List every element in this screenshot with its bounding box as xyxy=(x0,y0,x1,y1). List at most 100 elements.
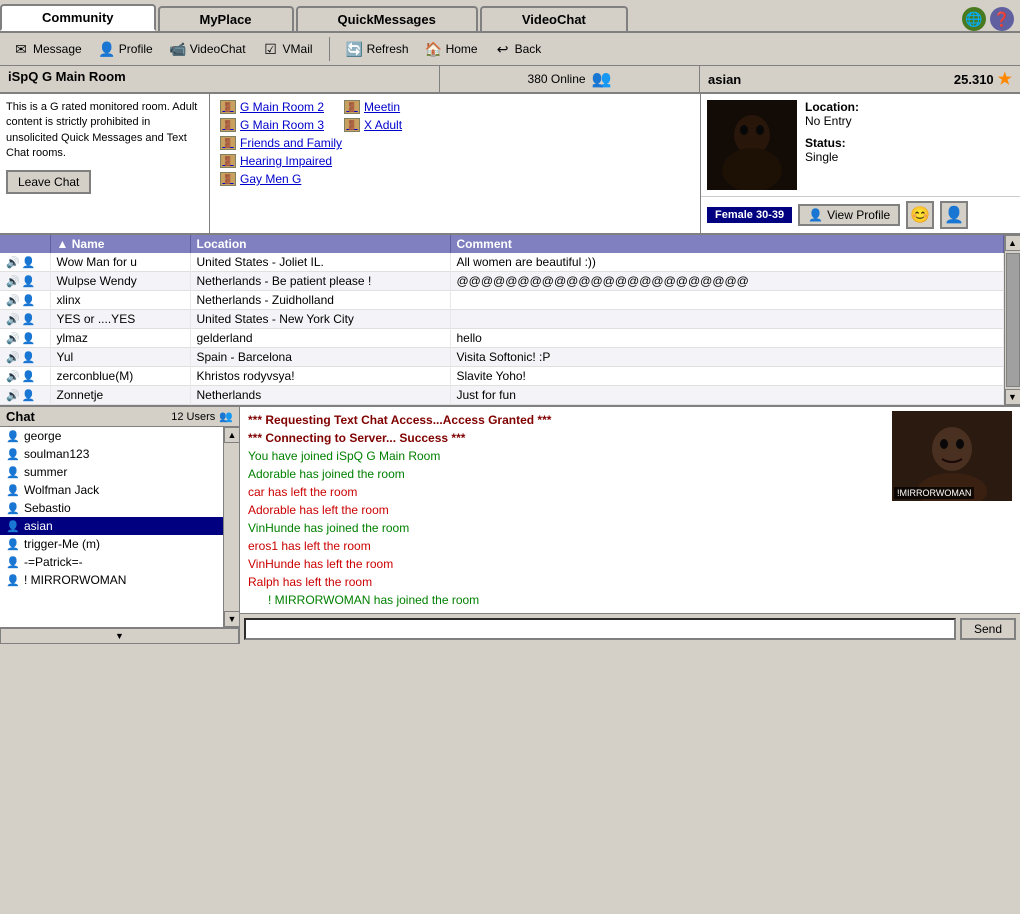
room-link-meeting[interactable]: 🚪 Meetin xyxy=(344,100,400,114)
chat-user-item[interactable]: 👤 trigger-Me (m) xyxy=(0,535,223,553)
smiley-action-button[interactable]: 😊 xyxy=(906,201,934,229)
table-row[interactable]: 🔊 👤 YES or ....YES United States - New Y… xyxy=(0,310,1004,329)
speaker-icon: 🔊 xyxy=(6,256,20,269)
room-link-friends[interactable]: 🚪 Friends and Family xyxy=(220,136,342,150)
user-count-text: 12 Users xyxy=(171,411,215,423)
help-icon[interactable]: ❓ xyxy=(990,7,1014,31)
room-link-icon-6: 🚪 xyxy=(220,154,236,168)
refresh-icon: 🔄 xyxy=(346,40,364,58)
chat-user-icon: 👤 xyxy=(6,483,20,497)
person-action-button[interactable]: 👤 xyxy=(940,201,968,229)
row-comment-cell xyxy=(450,310,1004,329)
chat-user-icon: 👤 xyxy=(6,465,20,479)
table-row[interactable]: 🔊 👤 Yul Spain - Barcelona Visita Softoni… xyxy=(0,348,1004,367)
users-icon: 👥 xyxy=(219,410,233,423)
room-link-xadult[interactable]: 🚪 X Adult xyxy=(344,118,402,132)
chat-user-item[interactable]: 👤 soulman123 xyxy=(0,445,223,463)
message-button[interactable]: ✉ Message xyxy=(8,38,86,60)
tab-videochat[interactable]: VideoChat xyxy=(480,6,628,31)
toolbar: ✉ Message 👤 Profile 📹 VideoChat ☑ VMail … xyxy=(0,33,1020,66)
room-link-icon-4: 🚪 xyxy=(344,118,360,132)
col-header-name[interactable]: ▲ Name xyxy=(50,235,190,253)
user-avatar-icon: 👤 xyxy=(22,389,36,402)
online-count: 380 Online xyxy=(528,72,586,86)
chat-user-icon: 👤 xyxy=(6,447,20,461)
refresh-button[interactable]: 🔄 Refresh xyxy=(342,38,413,60)
chat-user-icon: 👤 xyxy=(6,537,20,551)
back-button[interactable]: ↩ Back xyxy=(490,38,546,60)
chat-messages-area: *** Requesting Text Chat Access...Access… xyxy=(240,407,1020,613)
view-profile-button[interactable]: 👤 View Profile xyxy=(798,204,900,226)
vmail-icon: ☑ xyxy=(262,40,280,58)
scroll-thumb[interactable] xyxy=(1006,253,1020,387)
sort-arrow-icon: ▲ xyxy=(57,237,69,251)
profile-actions: Female 30-39 👤 View Profile 😊 👤 xyxy=(701,196,1020,233)
chat-user-name: Sebastio xyxy=(24,501,71,515)
table-row[interactable]: 🔊 👤 zerconblue(M) Khristos rodyvsya! Sla… xyxy=(0,367,1004,386)
tab-quickmessages[interactable]: QuickMessages xyxy=(296,6,478,31)
chat-user-icon: 👤 xyxy=(6,501,20,515)
chat-message: *** Requesting Text Chat Access...Access… xyxy=(248,411,884,429)
video-thumb-label: !MIRRORWOMAN xyxy=(894,487,974,499)
col-header-location[interactable]: Location xyxy=(190,235,450,253)
vmail-button[interactable]: ☑ VMail xyxy=(258,38,317,60)
chat-user-item[interactable]: 👤 -=Patrick=- xyxy=(0,553,223,571)
room-link-hearing[interactable]: 🚪 Hearing Impaired xyxy=(220,154,332,168)
location-value: No Entry xyxy=(805,114,852,128)
send-button[interactable]: Send xyxy=(960,618,1016,640)
table-row[interactable]: 🔊 👤 Wow Man for u United States - Joliet… xyxy=(0,253,1004,272)
user-list-scrollbar[interactable]: ▲ ▼ xyxy=(1004,235,1020,405)
col-header-comment[interactable]: Comment xyxy=(450,235,1004,253)
scroll-up-arrow[interactable]: ▲ xyxy=(1005,235,1020,251)
chat-user-item[interactable]: 👤 asian xyxy=(0,517,223,535)
row-location-cell: Netherlands - Zuidholland xyxy=(190,291,450,310)
leave-chat-button[interactable]: Leave Chat xyxy=(6,170,91,194)
chat-scroll-bottom[interactable]: ▼ xyxy=(0,628,239,644)
chat-user-item[interactable]: 👤 ! MIRRORWOMAN xyxy=(0,571,223,589)
chat-scroll-up[interactable]: ▲ xyxy=(224,427,239,443)
room-section: This is a G rated monitored room. Adult … xyxy=(0,94,1020,235)
room-link-g-main-3[interactable]: 🚪 G Main Room 3 xyxy=(220,118,324,132)
room-link-gaymen[interactable]: 🚪 Gay Men G xyxy=(220,172,301,186)
separator-1 xyxy=(329,37,330,61)
chat-input[interactable] xyxy=(244,618,956,640)
table-row[interactable]: 🔊 👤 xlinx Netherlands - Zuidholland xyxy=(0,291,1004,310)
table-row[interactable]: 🔊 👤 Wulpse Wendy Netherlands - Be patien… xyxy=(0,272,1004,291)
chat-user-name: asian xyxy=(24,519,53,533)
room-link-g-main-2[interactable]: 🚪 G Main Room 2 xyxy=(220,100,324,114)
table-row[interactable]: 🔊 👤 Zonnetje Netherlands Just for fun xyxy=(0,386,1004,405)
chat-user-item[interactable]: 👤 george xyxy=(0,427,223,445)
room-link-row-1: 🚪 G Main Room 2 🚪 Meetin xyxy=(220,100,690,114)
chat-user-item[interactable]: 👤 Wolfman Jack xyxy=(0,481,223,499)
profile-button[interactable]: 👤 Profile xyxy=(94,38,157,60)
videochat-button[interactable]: 📹 VideoChat xyxy=(165,38,250,60)
people-icon: 👥 xyxy=(592,69,612,89)
chat-right-panel: *** Requesting Text Chat Access...Access… xyxy=(240,407,1020,644)
chat-user-item[interactable]: 👤 summer xyxy=(0,463,223,481)
chat-section: Chat 12 Users 👥 👤 george 👤 soulman123 👤 … xyxy=(0,407,1020,644)
view-profile-icon: 👤 xyxy=(808,208,823,222)
chat-message: ! MIRRORWOMAN has joined the room xyxy=(248,591,884,609)
chat-user-item[interactable]: 👤 Sebastio xyxy=(0,499,223,517)
row-comment-cell: hello xyxy=(450,329,1004,348)
table-row[interactable]: 🔊 👤 ylmaz gelderland hello xyxy=(0,329,1004,348)
globe-icon[interactable]: 🌐 xyxy=(962,7,986,31)
row-comment-cell: @@@@@@@@@@@@@@@@@@@@@@@@ xyxy=(450,272,1004,291)
user-avatar-icon: 👤 xyxy=(22,294,36,307)
scroll-down-arrow[interactable]: ▼ xyxy=(1005,389,1020,405)
profile-header-name: asian xyxy=(708,72,741,87)
user-avatar-icon: 👤 xyxy=(22,256,36,269)
chat-scroll-down[interactable]: ▼ xyxy=(224,611,239,627)
chat-scrollbar[interactable]: ▲ ▼ xyxy=(223,427,239,627)
room-link-icon-5: 🚪 xyxy=(220,136,236,150)
tab-myplace[interactable]: MyPlace xyxy=(158,6,294,31)
home-button[interactable]: 🏠 Home xyxy=(421,38,482,60)
col-header-icons[interactable] xyxy=(0,235,50,253)
user-count-area: 12 Users 👥 xyxy=(171,410,233,423)
row-location-cell: United States - New York City xyxy=(190,310,450,329)
tab-community[interactable]: Community xyxy=(0,4,156,31)
chat-left-panel: Chat 12 Users 👥 👤 george 👤 soulman123 👤 … xyxy=(0,407,240,644)
row-name-cell: ylmaz xyxy=(50,329,190,348)
row-name-cell: Yul xyxy=(50,348,190,367)
row-icons-cell: 🔊 👤 xyxy=(0,291,50,310)
